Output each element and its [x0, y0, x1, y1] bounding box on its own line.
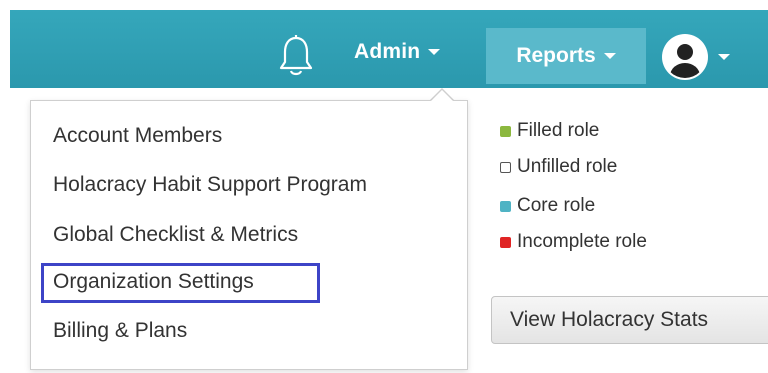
reports-label: Reports	[516, 44, 596, 67]
reports-menu-button[interactable]: Reports	[486, 28, 646, 84]
legend-label: Unfilled role	[517, 156, 618, 177]
admin-menu-button[interactable]: Admin	[354, 40, 441, 64]
menu-item-organization-settings[interactable]: Organization Settings	[53, 270, 254, 294]
stats-button-label: View Holacracy Stats	[510, 308, 709, 331]
menu-item-holacracy-habit-support-program[interactable]: Holacracy Habit Support Program	[53, 173, 367, 197]
legend-incomplete-role: Incomplete role	[500, 231, 647, 253]
incomplete-role-swatch	[500, 236, 511, 248]
legend-label: Core role	[517, 195, 596, 216]
legend-core-role: Core role	[500, 195, 595, 217]
chevron-down-icon	[603, 53, 616, 59]
legend-label: Filled role	[517, 120, 600, 141]
menu-item-global-checklist-metrics[interactable]: Global Checklist & Metrics	[53, 223, 298, 247]
admin-label: Admin	[354, 40, 421, 63]
filled-role-swatch	[500, 125, 511, 137]
bell-icon[interactable]	[278, 34, 314, 78]
menu-item-billing-plans[interactable]: Billing & Plans	[53, 319, 187, 343]
chevron-down-icon	[428, 49, 441, 55]
chevron-down-icon	[718, 54, 730, 60]
legend-label: Incomplete role	[517, 231, 647, 252]
core-role-swatch	[500, 200, 511, 212]
user-avatar-icon[interactable]	[662, 34, 708, 80]
unfilled-role-swatch	[500, 161, 511, 173]
dropdown-pointer-inner	[431, 90, 453, 101]
legend-filled-role: Filled role	[500, 120, 599, 142]
user-menu-button[interactable]	[662, 34, 730, 80]
menu-item-account-members[interactable]: Account Members	[53, 124, 222, 148]
legend-unfilled-role: Unfilled role	[500, 156, 617, 178]
top-nav-bar: Admin Reports	[10, 10, 768, 88]
view-holacracy-stats-button[interactable]: View Holacracy Stats	[491, 296, 768, 344]
